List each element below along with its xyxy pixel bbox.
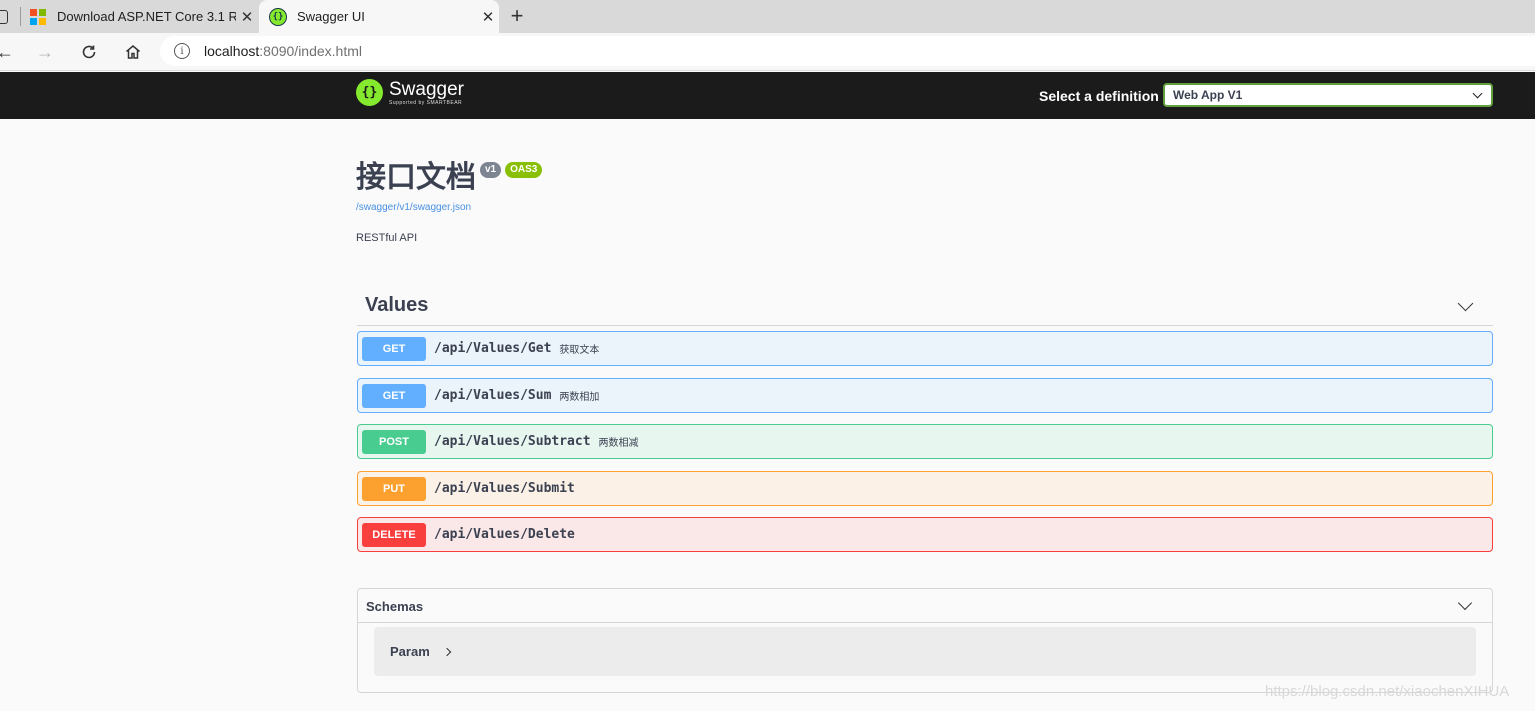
schemas-header[interactable]: Schemas — [358, 589, 1492, 623]
operation-put-values-submit[interactable]: PUT /api/Values/Submit — [357, 471, 1493, 506]
operation-post-values-subtract[interactable]: POST /api/Values/Subtract 两数相减 — [357, 424, 1493, 459]
tab-swagger-ui[interactable]: {} Swagger UI ✕ — [259, 0, 499, 33]
schemas-title: Schemas — [366, 599, 424, 614]
chevron-down-icon[interactable] — [1457, 295, 1474, 312]
browser-tab-bar: Download ASP.NET Core 3.1 Runtime ✕ {} S… — [0, 0, 1535, 33]
method-badge: GET — [362, 383, 426, 408]
url-input[interactable]: i localhost:8090/index.html — [160, 36, 1535, 66]
operation-summary: 两数相减 — [598, 438, 639, 449]
operation-path: /api/Values/Submit — [434, 481, 575, 496]
version-badge: v1 — [480, 162, 502, 178]
tag-title: Values — [365, 294, 429, 316]
swagger-logo[interactable]: {} Swagger Supported by SMARTBEAR — [356, 79, 464, 106]
operation-get-values-sum[interactable]: GET /api/Values/Sum 两数相加 — [357, 378, 1493, 413]
tab-title: Download ASP.NET Core 3.1 Runtime — [57, 9, 236, 24]
close-tab-icon[interactable]: ✕ — [236, 8, 258, 26]
operation-get-values-get[interactable]: GET /api/Values/Get 获取文本 — [357, 331, 1493, 366]
new-tab-button[interactable]: + — [506, 4, 528, 28]
swagger-logo-icon: {} — [356, 79, 383, 106]
forward-button[interactable]: → — [32, 39, 58, 65]
operation-delete-values-delete[interactable]: DELETE /api/Values/Delete — [357, 517, 1493, 552]
home-icon — [126, 45, 140, 59]
site-info-icon[interactable]: i — [174, 43, 190, 59]
operation-path: /api/Values/Get — [434, 341, 552, 356]
operation-path: /api/Values/Subtract — [434, 434, 591, 449]
back-button[interactable]: ← — [0, 39, 18, 65]
reload-icon — [82, 45, 96, 59]
operation-path: /api/Values/Delete — [434, 527, 575, 542]
definition-select-value: Web App V1 — [1173, 88, 1243, 102]
definition-select[interactable]: Web App V1 — [1163, 83, 1493, 107]
oas-badge: OAS3 — [505, 162, 543, 178]
watermark: https://blog.csdn.net/xiaochenXIHUA — [1265, 683, 1510, 700]
tab-separator — [20, 7, 21, 26]
method-badge: PUT — [362, 476, 426, 501]
home-button[interactable] — [120, 39, 146, 65]
method-badge: GET — [362, 336, 426, 361]
definition-label: Select a definition — [1039, 88, 1159, 104]
operation-summary: 获取文本 — [559, 345, 600, 356]
schemas-section: Schemas Param — [357, 588, 1493, 693]
logo-name: Swagger — [389, 78, 464, 100]
close-tab-icon[interactable]: ✕ — [477, 8, 499, 26]
partial-tab[interactable] — [0, 0, 12, 33]
page-title: 接口文档 — [356, 160, 476, 195]
tab-fragment-icon — [0, 9, 8, 24]
swagger-topbar: {} Swagger Supported by SMARTBEAR Select… — [0, 72, 1535, 119]
tag-section-values[interactable]: Values — [357, 288, 1493, 326]
api-title-block: 接口文档 v1 OAS3 — [356, 160, 543, 196]
tab-title: Swagger UI — [297, 9, 365, 24]
chevron-right-icon[interactable] — [442, 647, 452, 657]
method-badge: POST — [362, 429, 426, 454]
tab-aspnet-download[interactable]: Download ASP.NET Core 3.1 Runtime ✕ — [22, 0, 258, 33]
chevron-down-icon[interactable] — [1457, 595, 1473, 611]
operation-path: /api/Values/Sum — [434, 388, 552, 403]
microsoft-logo-icon — [30, 8, 46, 25]
swagger-favicon-icon: {} — [269, 7, 287, 26]
model-name: Param — [390, 644, 430, 659]
chevron-down-icon — [1472, 88, 1483, 99]
operation-summary: 两数相加 — [559, 392, 600, 403]
spec-link[interactable]: /swagger/v1/swagger.json — [356, 202, 471, 213]
url-path: :8090/index.html — [259, 43, 362, 59]
api-description: RESTful API — [356, 232, 418, 244]
url-host: localhost — [204, 43, 260, 59]
address-bar-row: ← → i localhost:8090/index.html — [0, 33, 1535, 71]
reload-button[interactable] — [76, 39, 102, 65]
method-badge: DELETE — [362, 522, 426, 547]
model-param[interactable]: Param — [374, 627, 1476, 676]
logo-sub: Supported by SMARTBEAR — [389, 99, 463, 106]
